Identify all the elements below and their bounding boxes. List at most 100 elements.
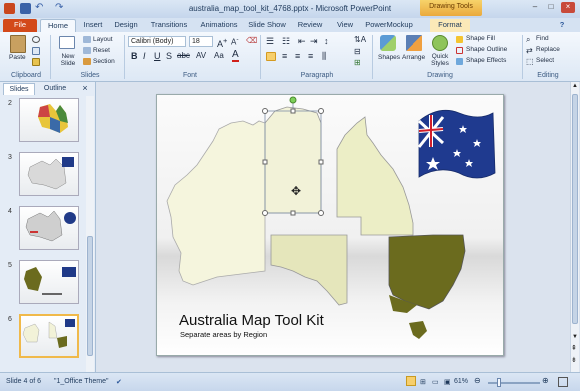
normal-view-icon[interactable] (406, 376, 416, 386)
text-direction-icon[interactable]: ⇅A (354, 35, 366, 44)
close-button[interactable]: × (561, 2, 575, 13)
theme-name[interactable]: "1_Office Theme" (54, 378, 109, 385)
layout-icon[interactable] (83, 36, 91, 43)
italic-icon[interactable]: I (143, 51, 146, 61)
shrink-font-icon[interactable]: A- (231, 36, 239, 47)
close-pane-icon[interactable]: × (80, 83, 90, 95)
find-button[interactable]: Find (536, 35, 549, 42)
new-slide-icon[interactable] (59, 36, 75, 49)
zoom-level[interactable]: 61% (454, 378, 468, 385)
arrange-button[interactable]: Arrange (402, 54, 425, 61)
underline-icon[interactable]: U (154, 51, 161, 61)
tab-outline[interactable]: Outline (38, 83, 72, 95)
shape-effects-button[interactable]: Shape Effects (466, 57, 506, 64)
font-color-icon[interactable]: A (232, 50, 239, 62)
tab-slide-show[interactable]: Slide Show (246, 19, 288, 32)
next-slide-icon[interactable]: ⇟ (571, 356, 577, 364)
shape-fill-button[interactable]: Shape Fill (466, 35, 495, 42)
slide[interactable]: ✥ Australia Map Tool Kit Separate areas … (156, 94, 504, 356)
layout-button[interactable]: Layout (93, 36, 113, 43)
font-size-combo[interactable]: 18 (189, 36, 213, 47)
cut-icon[interactable] (32, 36, 40, 43)
slideshow-icon[interactable]: ▣ (444, 378, 451, 386)
justify-icon[interactable]: ≡ (308, 51, 313, 61)
slide-sorter-icon[interactable]: ⊞ (420, 378, 426, 386)
grow-font-icon[interactable]: A+ (217, 36, 227, 49)
shape-outline-button[interactable]: Shape Outline (466, 46, 507, 53)
tab-review[interactable]: Review (294, 19, 326, 32)
canvas-scroll-thumb[interactable] (572, 94, 578, 324)
prev-slide-icon[interactable]: ⇞ (571, 344, 577, 352)
increase-indent-icon[interactable]: ⇥ (310, 36, 318, 47)
quick-styles-button[interactable]: Quick Styles (428, 53, 452, 67)
tab-slides[interactable]: Slides (3, 83, 35, 95)
align-center-icon[interactable]: ≡ (282, 51, 287, 61)
zoom-out-icon[interactable]: ⊖ (474, 376, 481, 385)
scroll-down-icon[interactable]: ▼ (572, 334, 578, 340)
reset-button[interactable]: Reset (93, 47, 110, 54)
slide-subtitle[interactable]: Separate areas by Region (180, 330, 267, 339)
format-painter-icon[interactable] (32, 58, 40, 66)
zoom-in-icon[interactable]: ⊕ (542, 376, 549, 385)
pane-scrollbar[interactable] (86, 96, 94, 372)
shapes-icon[interactable] (380, 35, 396, 51)
columns-icon[interactable]: ⫼ (322, 51, 326, 62)
bullets-icon[interactable]: ☰ (266, 36, 274, 47)
slide-thumbnail-4[interactable] (19, 206, 79, 250)
section-icon[interactable] (83, 58, 91, 65)
arrange-icon[interactable] (406, 35, 422, 51)
shadow-icon[interactable]: S (166, 51, 172, 61)
spellcheck-icon[interactable]: ✔ (116, 378, 122, 386)
shape-fill-icon[interactable] (456, 36, 463, 43)
copy-icon[interactable] (32, 47, 40, 55)
maximize-button[interactable]: □ (544, 2, 558, 13)
tab-design[interactable]: Design (110, 19, 142, 32)
align-left-icon[interactable] (266, 52, 276, 61)
minimize-button[interactable]: – (528, 2, 542, 13)
char-spacing-icon[interactable]: AV (196, 51, 206, 60)
shapes-button[interactable]: Shapes (378, 54, 400, 61)
zoom-slider-thumb[interactable] (497, 378, 501, 387)
smartart-icon[interactable]: ⊞ (354, 58, 361, 67)
paste-icon[interactable] (10, 35, 26, 53)
tab-file[interactable]: File (3, 19, 37, 32)
slide-thumbnail-6[interactable] (19, 314, 79, 358)
slide-thumbnail-5[interactable] (19, 260, 79, 304)
zoom-slider[interactable] (488, 382, 540, 384)
change-case-icon[interactable]: Aa (214, 51, 224, 60)
reset-icon[interactable] (83, 47, 91, 54)
tab-format[interactable]: Format (430, 19, 470, 32)
decrease-indent-icon[interactable]: ⇤ (298, 36, 306, 47)
align-text-icon[interactable]: ⊟ (354, 47, 361, 56)
help-icon[interactable]: ? (556, 19, 568, 32)
find-icon[interactable]: ⌕ (526, 35, 530, 45)
font-name-combo[interactable]: Calibri (Body) (128, 36, 186, 47)
numbering-icon[interactable]: ☷ (282, 36, 290, 47)
tab-transitions[interactable]: Transitions (146, 19, 192, 32)
line-spacing-icon[interactable]: ↕ (324, 36, 329, 46)
fit-to-window-icon[interactable] (558, 377, 568, 387)
canvas-scrollbar[interactable]: ▲ ▼ ⇞ ⇟ (570, 82, 579, 372)
pane-scroll-thumb[interactable] (87, 236, 93, 356)
tab-powermockup[interactable]: PowerMockup (362, 19, 416, 32)
bold-icon[interactable]: B (131, 51, 138, 61)
tab-view[interactable]: View (332, 19, 358, 32)
paste-button[interactable]: Paste (9, 54, 26, 61)
select-icon[interactable]: ⬚ (526, 57, 534, 66)
quick-styles-icon[interactable] (432, 35, 448, 51)
tab-insert[interactable]: Insert (78, 19, 108, 32)
select-button[interactable]: Select (536, 57, 554, 64)
replace-button[interactable]: Replace (536, 46, 560, 53)
align-right-icon[interactable]: ≡ (295, 51, 300, 61)
new-slide-button[interactable]: New Slide (57, 53, 79, 67)
slide-thumbnail-3[interactable] (19, 152, 79, 196)
tab-animations[interactable]: Animations (196, 19, 242, 32)
slide-thumbnail-2[interactable] (19, 98, 79, 142)
tab-home[interactable]: Home (40, 19, 76, 32)
strikethrough-icon[interactable]: abc (177, 51, 190, 60)
shape-outline-icon[interactable] (456, 47, 463, 54)
slide-title[interactable]: Australia Map Tool Kit (179, 312, 324, 329)
replace-icon[interactable]: ⇄ (526, 46, 533, 55)
scroll-up-icon[interactable]: ▲ (572, 83, 578, 89)
section-button[interactable]: Section (93, 58, 115, 65)
